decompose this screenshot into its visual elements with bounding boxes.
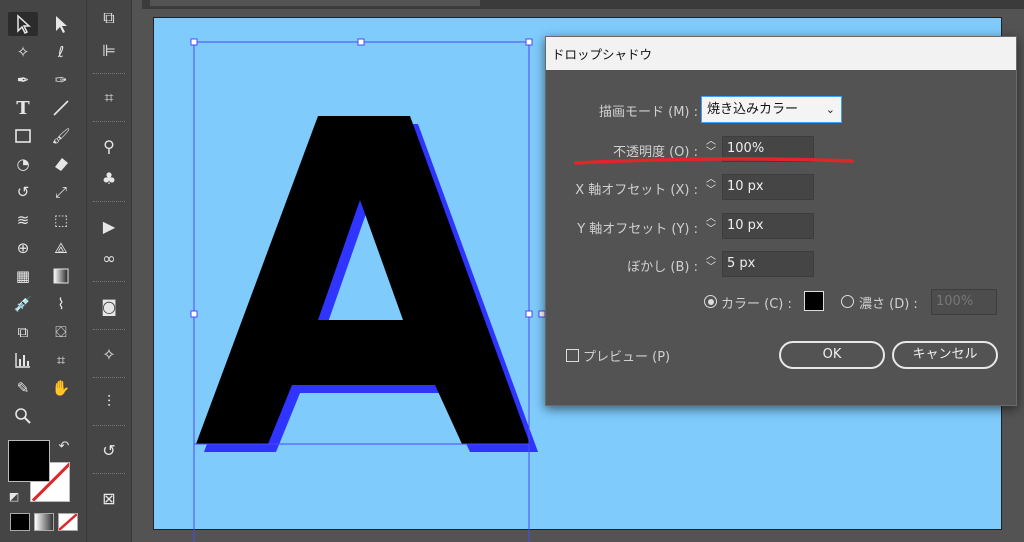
letter-a-shape[interactable]	[196, 116, 530, 444]
x-offset-stepper-icon[interactable]: ︿ ﹀	[702, 174, 720, 200]
drop-shadow-dialog: ドロップシャドウ 描画モード (M) : 焼き込みカラー ⌄ 不透明度 (O) …	[545, 36, 1017, 406]
color-radio[interactable]	[704, 295, 717, 308]
blur-label: ぼかし (B) :	[627, 260, 698, 275]
blur-stepper-icon[interactable]: ︿ ﹀	[702, 251, 720, 277]
y-offset-input[interactable]: 10 px	[722, 213, 814, 239]
blur-input[interactable]: 5 px	[722, 251, 814, 277]
blend-mode-select[interactable]: 焼き込みカラー ⌄	[701, 96, 842, 123]
y-offset-stepper-icon[interactable]: ︿ ﹀	[702, 213, 720, 239]
blend-mode-value: 焼き込みカラー	[707, 102, 799, 117]
darkness-radio[interactable]	[841, 295, 854, 308]
dialog-title: ドロップシャドウ	[546, 37, 1016, 70]
ok-button[interactable]: OK	[779, 341, 885, 369]
cancel-button[interactable]: キャンセル	[892, 341, 998, 369]
preview-label: プレビュー (P)	[583, 350, 671, 365]
color-option-label: カラー (C) :	[721, 297, 792, 312]
x-offset-label: X 軸オフセット (X) :	[575, 183, 698, 198]
chevron-down-icon: ⌄	[825, 103, 835, 116]
preview-checkbox[interactable]	[566, 349, 579, 362]
darkness-option-label: 濃さ (D) :	[859, 297, 918, 312]
red-underline-annotation	[574, 157, 854, 165]
darkness-input[interactable]: 100%	[931, 289, 997, 315]
y-offset-label: Y 軸オフセット (Y) :	[577, 222, 698, 237]
blend-mode-label: 描画モード (M) :	[598, 105, 698, 120]
shadow-color-swatch[interactable]	[804, 291, 824, 311]
x-offset-input[interactable]: 10 px	[722, 174, 814, 200]
